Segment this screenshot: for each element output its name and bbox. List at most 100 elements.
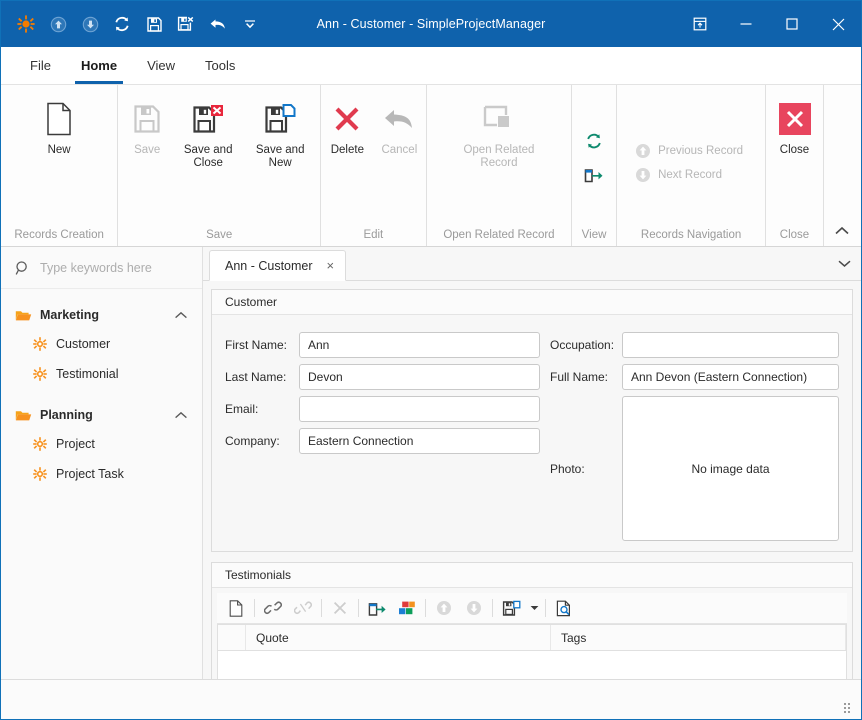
close-red-icon — [778, 99, 812, 139]
full-name-label: Full Name: — [550, 370, 609, 384]
ribbon-tab-tools[interactable]: Tools — [190, 47, 250, 84]
search-input[interactable] — [40, 260, 180, 275]
open-row-new-window-button[interactable] — [362, 595, 392, 621]
save-button[interactable]: Save — [120, 93, 174, 157]
cancel-icon — [383, 99, 415, 139]
print-preview-button[interactable] — [549, 595, 579, 621]
search-icon — [15, 260, 31, 276]
nav-group-marketing: Marketing Customer Testimonial — [1, 301, 202, 389]
ribbon-group-label-close: Close — [779, 229, 810, 241]
new-record-button[interactable] — [221, 595, 251, 621]
unlink-button[interactable] — [288, 595, 318, 621]
chevron-down-icon — [530, 605, 539, 611]
save-and-new-button[interactable]: Save and New — [242, 93, 318, 170]
ribbon-group-label-open-related-record: Open Related Record — [443, 229, 555, 241]
company-field[interactable] — [299, 428, 540, 454]
minimize-icon[interactable] — [723, 1, 769, 47]
navigation-search[interactable] — [1, 247, 202, 289]
save-and-new-icon — [264, 99, 296, 139]
occupation-row: Occupation: — [550, 329, 839, 361]
nav-group-header-marketing[interactable]: Marketing — [1, 301, 202, 329]
move-down-icon[interactable] — [75, 9, 105, 39]
ribbon-group-label-view: View — [581, 229, 607, 241]
save-icon[interactable] — [139, 9, 169, 39]
undo-icon[interactable] — [203, 9, 233, 39]
refresh-button[interactable] — [577, 124, 611, 158]
ribbon-tab-home[interactable]: Home — [66, 47, 132, 84]
sidebar-item-project-task[interactable]: Project Task — [1, 459, 202, 489]
close-icon[interactable] — [815, 1, 861, 47]
sidebar-item-project[interactable]: Project — [1, 429, 202, 459]
delete-icon — [332, 99, 362, 139]
nav-group-label-marketing: Marketing — [40, 308, 100, 322]
save-and-new-button-label: Save and New — [255, 144, 305, 169]
ribbon-tab-bar: File Home View Tools — [1, 47, 861, 85]
maximize-icon[interactable] — [769, 1, 815, 47]
photo-field[interactable]: No image data — [622, 396, 839, 541]
close-record-button[interactable]: Close — [767, 93, 823, 157]
company-row: Company: — [225, 425, 540, 457]
main-area: Ann - Customer × Customer First Name: An… — [203, 247, 861, 679]
link-button[interactable] — [258, 595, 288, 621]
previous-record-button[interactable]: Previous Record — [627, 139, 755, 163]
collapse-ribbon-button[interactable] — [824, 85, 861, 246]
testimonials-panel: Testimonials Quote Tags — [211, 562, 853, 679]
chevron-up-icon — [174, 311, 188, 320]
export-button[interactable] — [496, 595, 526, 621]
quick-access-toolbar — [1, 9, 265, 39]
cancel-button[interactable]: Cancel — [373, 93, 425, 157]
unlink-icon — [294, 600, 312, 616]
ribbon-group-label-edit: Edit — [363, 229, 384, 241]
nav-group-header-planning[interactable]: Planning — [1, 401, 202, 429]
export-dropdown-button[interactable] — [526, 595, 542, 621]
new-button[interactable]: New — [21, 93, 97, 157]
tab-strip-menu-button[interactable] — [827, 247, 861, 280]
move-down-button[interactable] — [459, 595, 489, 621]
testimonials-grid[interactable]: Quote Tags — [217, 624, 847, 679]
occupation-field[interactable] — [622, 332, 839, 358]
gear-icon — [33, 467, 47, 481]
testimonials-panel-title: Testimonials — [212, 563, 852, 588]
open-in-new-window-button[interactable] — [577, 158, 611, 192]
new-button-label: New — [47, 144, 71, 156]
open-related-record-button[interactable]: Open Related Record — [449, 93, 549, 170]
delete-row-button[interactable] — [325, 595, 355, 621]
sidebar-item-label: Project Task — [56, 467, 124, 481]
move-up-icon — [436, 600, 452, 616]
sidebar-item-testimonial[interactable]: Testimonial — [1, 359, 202, 389]
document-tab-ann-customer[interactable]: Ann - Customer × — [209, 250, 347, 281]
save-and-close-icon[interactable] — [171, 9, 201, 39]
sidebar-item-customer[interactable]: Customer — [1, 329, 202, 359]
customize-quick-access-icon[interactable] — [235, 9, 265, 39]
analyze-button[interactable] — [392, 595, 422, 621]
move-up-icon[interactable] — [43, 9, 73, 39]
column-header-quote[interactable]: Quote — [246, 625, 551, 650]
app-logo-icon[interactable] — [11, 9, 41, 39]
status-bar — [1, 679, 861, 719]
delete-button[interactable]: Delete — [321, 93, 373, 157]
column-header-tags[interactable]: Tags — [551, 625, 846, 650]
open-related-record-button-label: Open Related Record — [463, 144, 535, 169]
save-icon — [133, 99, 161, 139]
company-label: Company: — [225, 434, 280, 448]
email-field[interactable] — [299, 396, 540, 422]
nav-group-planning: Planning Project Project Task — [1, 401, 202, 489]
restore-ribbon-icon[interactable] — [677, 1, 723, 47]
ribbon-tab-view[interactable]: View — [132, 47, 190, 84]
testimonials-grid-body[interactable] — [218, 651, 846, 679]
first-name-field[interactable] — [299, 332, 540, 358]
ribbon-tab-file[interactable]: File — [15, 47, 66, 84]
row-indicator-column — [218, 625, 246, 650]
last-name-field[interactable] — [299, 364, 540, 390]
resize-grip-icon[interactable] — [844, 703, 856, 715]
photo-label: Photo: — [550, 461, 585, 476]
application-window: Ann - Customer - SimpleProjectManager Fi… — [0, 0, 862, 720]
close-icon[interactable]: × — [327, 259, 335, 272]
testimonials-grid-header: Quote Tags — [218, 625, 846, 651]
next-record-button[interactable]: Next Record — [627, 163, 755, 187]
refresh-icon[interactable] — [107, 9, 137, 39]
save-and-close-button[interactable]: Save and Close — [174, 93, 242, 170]
move-up-button[interactable] — [429, 595, 459, 621]
full-name-field[interactable] — [622, 364, 839, 390]
save-button-label: Save — [134, 144, 161, 156]
